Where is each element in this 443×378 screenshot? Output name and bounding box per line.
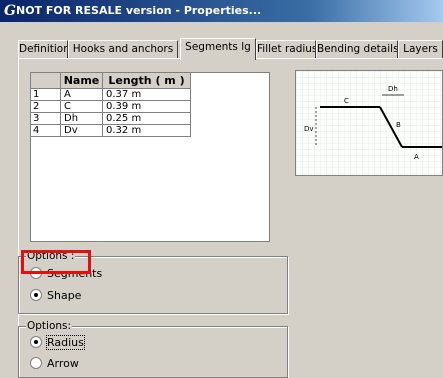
tab-segments-lg[interactable]: Segments lg bbox=[180, 38, 256, 60]
annotation-highlight-box bbox=[21, 250, 91, 274]
app-logo-icon: G bbox=[4, 3, 16, 19]
radio-radius[interactable]: Radius bbox=[30, 335, 130, 350]
tab-layers[interactable]: Layers bbox=[398, 40, 443, 58]
title-bar: G NOT FOR RESALE version - Properties... bbox=[0, 0, 443, 22]
radio-radius-circle[interactable] bbox=[30, 336, 42, 348]
label-a: A bbox=[414, 153, 419, 161]
table-corner-header bbox=[31, 73, 61, 89]
tab-fillet-radius[interactable]: Fillet radius bbox=[256, 40, 316, 58]
length-cell[interactable]: 0.39 m bbox=[103, 101, 191, 113]
column-header-length[interactable]: Length ( m ) bbox=[103, 73, 191, 89]
length-cell[interactable]: 0.25 m bbox=[103, 113, 191, 125]
window-title: NOT FOR RESALE version - Properties... bbox=[16, 4, 262, 17]
table-row[interactable]: 3 Dh 0.25 m bbox=[31, 113, 191, 125]
name-cell[interactable]: Dv bbox=[61, 125, 103, 137]
row-number: 2 bbox=[31, 101, 61, 113]
radio-radius-label[interactable]: Radius bbox=[46, 335, 85, 350]
radio-shape[interactable]: Shape bbox=[30, 289, 130, 302]
length-cell[interactable]: 0.37 m bbox=[103, 89, 191, 101]
segments-table[interactable]: Name Length ( m ) 1 A 0.37 m 2 C 0.39 m … bbox=[30, 72, 270, 242]
tab-bending-details[interactable]: Bending details bbox=[316, 40, 398, 58]
label-dh: Dh bbox=[388, 85, 398, 93]
label-dv: Dv bbox=[304, 125, 314, 133]
table-row[interactable]: 1 A 0.37 m bbox=[31, 89, 191, 101]
tab-hooks-and-anchors[interactable]: Hooks and anchors bbox=[68, 40, 178, 58]
radio-shape-label[interactable]: Shape bbox=[47, 289, 81, 302]
row-number: 4 bbox=[31, 125, 61, 137]
radio-arrow-circle[interactable] bbox=[30, 357, 42, 369]
row-number: 1 bbox=[31, 89, 61, 101]
name-cell[interactable]: C bbox=[61, 101, 103, 113]
shape-diagram: C Dh Dv B A bbox=[295, 70, 443, 176]
column-header-name[interactable]: Name bbox=[61, 73, 103, 89]
options-arrow-legend: Options: bbox=[26, 320, 73, 332]
tab-strip: Definition Hooks and anchors Segments lg… bbox=[0, 38, 443, 60]
length-cell[interactable]: 0.32 m bbox=[103, 125, 191, 137]
tab-definition[interactable]: Definition bbox=[18, 40, 68, 58]
options-arrow-group bbox=[18, 326, 288, 378]
radio-arrow-label[interactable]: Arrow bbox=[47, 357, 79, 370]
name-cell[interactable]: Dh bbox=[61, 113, 103, 125]
label-b: B bbox=[396, 121, 401, 129]
diagram-grid bbox=[296, 71, 442, 175]
radio-arrow[interactable]: Arrow bbox=[30, 357, 130, 370]
radio-shape-circle[interactable] bbox=[30, 289, 42, 301]
table-row[interactable]: 2 C 0.39 m bbox=[31, 101, 191, 113]
label-c: C bbox=[344, 97, 349, 105]
table-row[interactable]: 4 Dv 0.32 m bbox=[31, 125, 191, 137]
row-number: 3 bbox=[31, 113, 61, 125]
shape-diagram-svg: C Dh Dv B A bbox=[296, 71, 442, 175]
name-cell[interactable]: A bbox=[61, 89, 103, 101]
